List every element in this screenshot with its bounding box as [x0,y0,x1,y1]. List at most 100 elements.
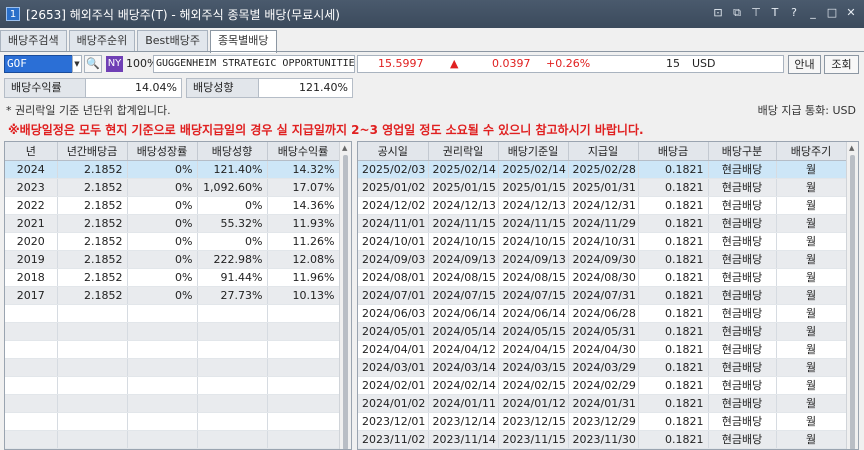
table-row[interactable]: 2025/02/03 2025/02/14 2025/02/14 2025/02/28… [358,160,847,179]
column-header[interactable]: 배당기준일 [498,142,569,161]
maximize-icon[interactable]: □ [825,6,839,20]
window-link-icon[interactable]: ⊡ [711,6,725,20]
column-header[interactable]: 년간배당금 [57,142,128,161]
table-row[interactable] [5,304,340,323]
table-row[interactable] [5,376,340,395]
help-icon[interactable]: ? [787,6,801,20]
table-cell [197,340,268,359]
scroll-up-icon[interactable]: ▲ [342,144,347,152]
table-cell: 2024/09/13 [498,250,569,269]
column-header[interactable]: 배당구분 [708,142,777,161]
table-row[interactable]: 2024/11/01 2024/11/15 2024/11/15 2024/11/29… [358,214,847,233]
table-row[interactable]: 2024/03/01 2024/03/14 2024/03/15 2024/03/29… [358,358,847,377]
table-cell [57,340,128,359]
column-header[interactable]: 배당수익률 [267,142,340,161]
table-row[interactable]: 2024/06/03 2024/06/14 2024/06/14 2024/06/28… [358,304,847,323]
table-cell [197,304,268,323]
column-header[interactable]: 배당금 [638,142,709,161]
symbol-dropdown-icon[interactable]: ▼ [72,55,82,73]
table-cell: 0.1821 [638,250,709,269]
table-cell [5,358,58,377]
column-header[interactable]: 년 [5,142,58,161]
table-row[interactable] [5,412,340,431]
table-row[interactable]: 2025/01/02 2025/01/15 2025/01/15 2025/01/31… [358,178,847,197]
table-row[interactable]: 2024/01/02 2024/01/11 2024/01/12 2024/01/31… [358,394,847,413]
tab-stock-dividend[interactable]: 종목별배당 [209,30,277,53]
table-cell: 현금배당 [708,178,777,197]
table-row[interactable]: 2024/04/01 2024/04/12 2024/04/15 2024/04/30… [358,340,847,359]
table-cell: 2017 [5,286,58,305]
table-cell: 2024/06/14 [498,304,569,323]
scroll-thumb[interactable] [343,155,348,449]
pin-icon[interactable]: ⊤ [749,6,763,20]
table-row[interactable] [5,340,340,359]
table-cell: 0.1821 [638,160,709,179]
table-cell [267,340,340,359]
table-row[interactable]: 2022 2.1852 0% 0% 14.36% [5,196,340,215]
table-cell [5,412,58,431]
window-copy-icon[interactable]: ⧉ [730,6,744,20]
info-button[interactable]: 안내 [788,55,821,74]
table-cell: 2024/08/30 [568,268,639,287]
table-row[interactable]: 2017 2.1852 0% 27.73% 10.13% [5,286,340,305]
table-row[interactable] [5,322,340,341]
table-row[interactable]: 2023 2.1852 0% 1,092.60% 17.07% [5,178,340,197]
table-cell: 월 [776,376,847,395]
table-row[interactable] [5,358,340,377]
tab-dividend-search[interactable]: 배당주검색 [0,30,67,51]
table-cell: 12.08% [267,250,340,269]
table-cell: 2025/01/15 [498,178,569,197]
table-row[interactable]: 2021 2.1852 0% 55.32% 11.93% [5,214,340,233]
close-icon[interactable]: ✕ [844,6,858,20]
table-cell: 현금배당 [708,322,777,341]
table-cell: 2023/12/14 [428,412,499,431]
table-cell [197,412,268,431]
table-cell: 2024/05/01 [358,322,429,341]
table-cell: 2024/07/31 [568,286,639,305]
exchange-badge: NY [106,56,123,72]
table-cell [127,376,198,395]
query-button[interactable]: 조회 [824,55,859,74]
table-cell: 2024/12/02 [358,196,429,215]
scroll-thumb[interactable] [850,155,855,449]
table-cell: 2024/08/15 [428,268,499,287]
table-row[interactable]: 2018 2.1852 0% 91.44% 11.96% [5,268,340,287]
table-row[interactable]: 2024/08/01 2024/08/15 2024/08/15 2024/08/30… [358,268,847,287]
table-row[interactable]: 2024/12/02 2024/12/13 2024/12/13 2024/12/31… [358,196,847,215]
table-cell: 월 [776,214,847,233]
table-row[interactable]: 2024/09/03 2024/09/13 2024/09/13 2024/09/30… [358,250,847,269]
symbol-input[interactable]: GOF [4,55,80,73]
table-row[interactable]: 2020 2.1852 0% 0% 11.26% [5,232,340,251]
column-header[interactable]: 배당주기 [776,142,847,161]
table-row[interactable]: 2024 2.1852 0% 121.40% 14.32% [5,160,340,179]
table-row[interactable]: 2024/07/01 2024/07/15 2024/07/15 2024/07/31… [358,286,847,305]
table-cell: 0% [127,214,198,233]
column-header[interactable]: 배당성향 [197,142,268,161]
table-row[interactable] [5,430,340,449]
table-row[interactable] [5,394,340,413]
tab-best-dividend[interactable]: Best배당주 [137,30,208,51]
scroll-up-icon[interactable]: ▲ [849,144,854,152]
table-row[interactable]: 2023/12/01 2023/12/14 2023/12/15 2023/12/29… [358,412,847,431]
table-cell: 2024/10/31 [568,232,639,251]
search-icon[interactable]: 🔍 [84,55,102,73]
table-cell [127,340,198,359]
table-row[interactable]: 2024/02/01 2024/02/14 2024/02/15 2024/02/29… [358,376,847,395]
column-header[interactable]: 권리락일 [428,142,499,161]
table-cell [197,322,268,341]
history-grid-scrollbar[interactable]: ▲ [846,142,858,449]
font-icon[interactable]: T [768,6,782,20]
table-row[interactable]: 2024/10/01 2024/10/15 2024/10/15 2024/10/31… [358,232,847,251]
column-header[interactable]: 배당성장률 [127,142,198,161]
table-cell: 2024/08/15 [498,268,569,287]
table-row[interactable]: 2023/11/02 2023/11/14 2023/11/15 2023/11/30… [358,430,847,449]
annual-grid-scrollbar[interactable]: ▲ [339,142,351,449]
table-cell [5,304,58,323]
tab-dividend-rank[interactable]: 배당주순위 [68,30,136,51]
column-header[interactable]: 공시일 [358,142,429,161]
table-cell: 2.1852 [57,214,128,233]
table-row[interactable]: 2019 2.1852 0% 222.98% 12.08% [5,250,340,269]
minimize-icon[interactable]: _ [806,6,820,20]
table-row[interactable]: 2024/05/01 2024/05/14 2024/05/15 2024/05/31… [358,322,847,341]
column-header[interactable]: 지급일 [568,142,639,161]
